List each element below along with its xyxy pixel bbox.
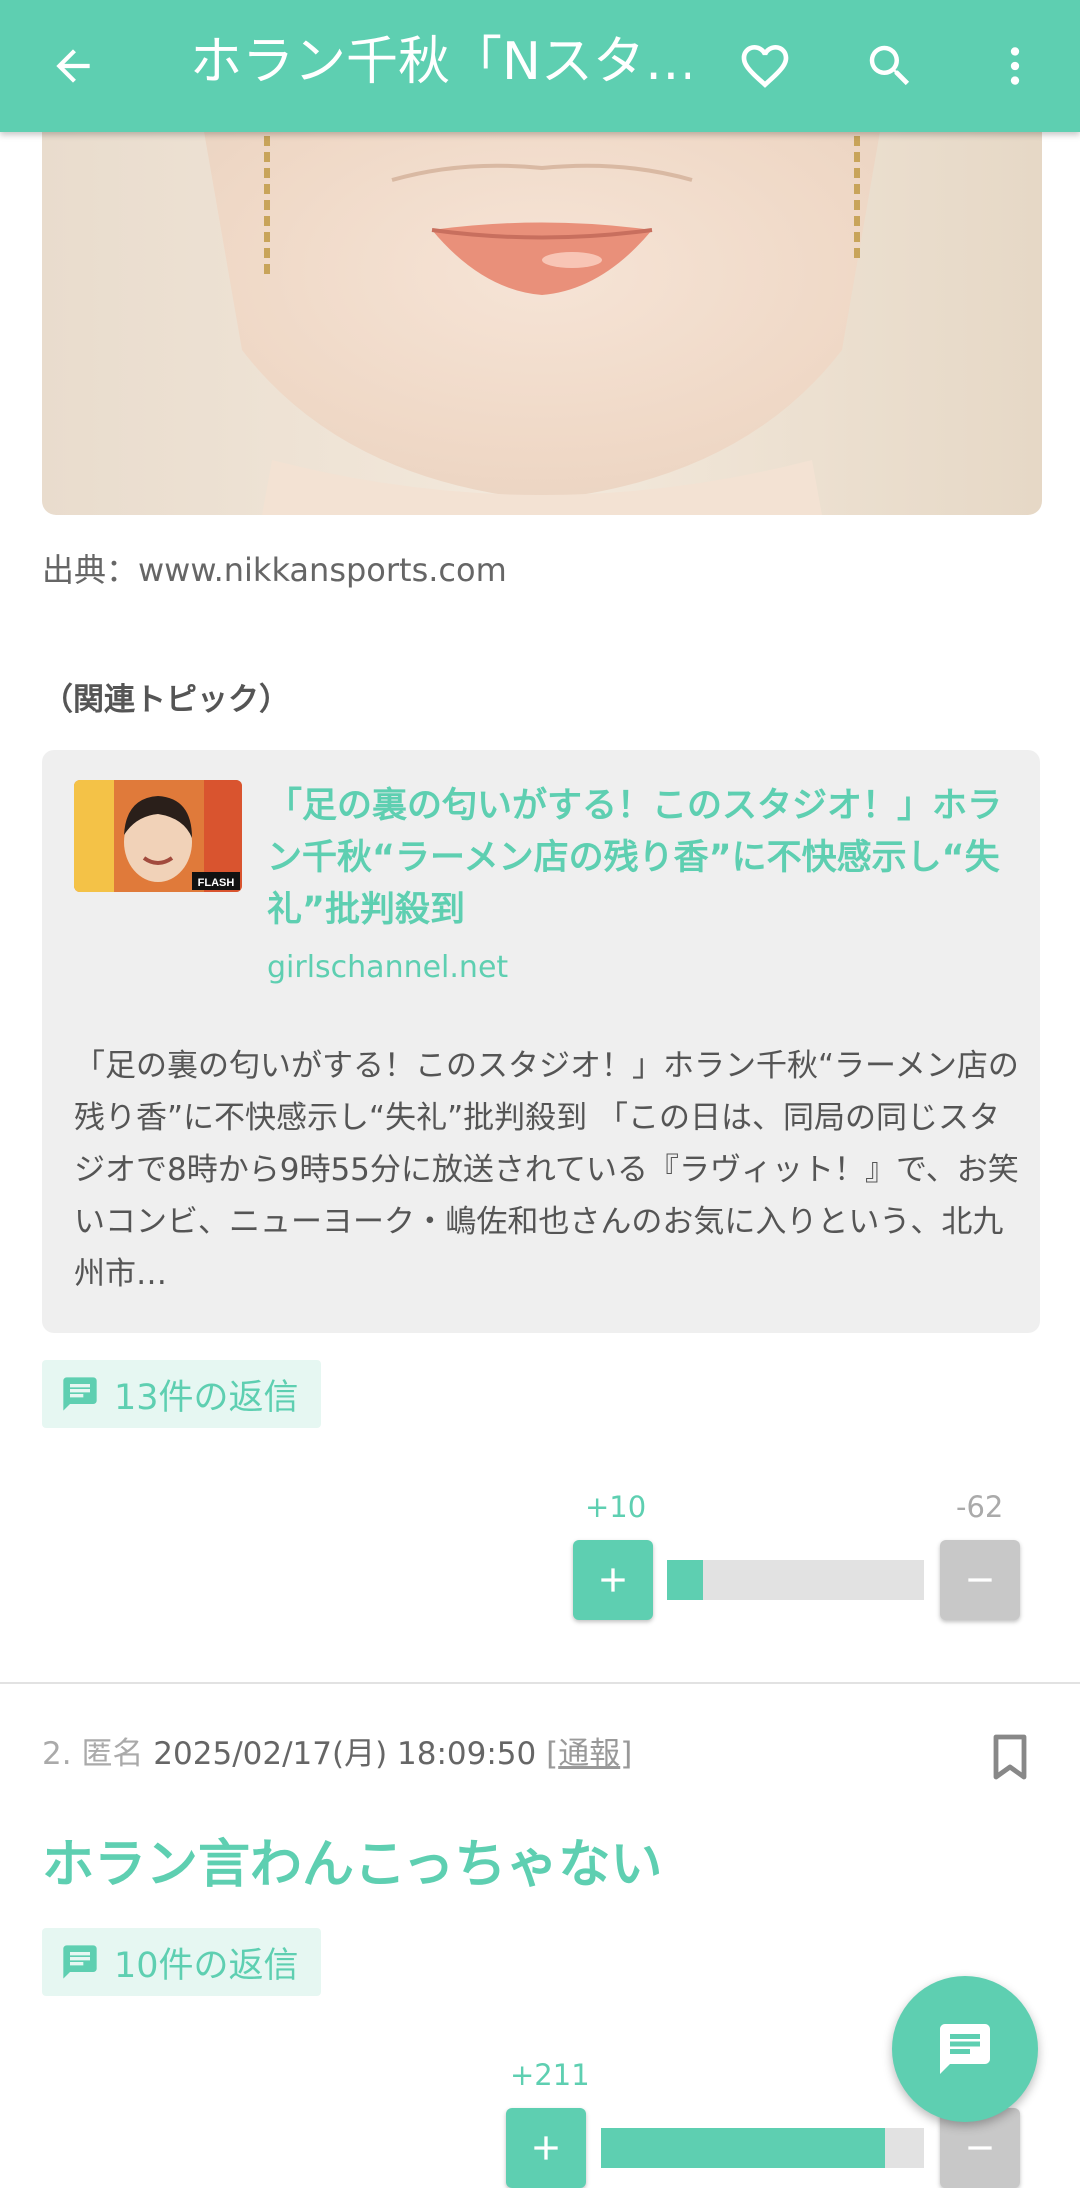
replies-button[interactable]: 13件の返信 xyxy=(42,1360,321,1428)
heart-outline-icon xyxy=(741,45,789,88)
minus-icon xyxy=(968,2146,992,2150)
more-vert-icon xyxy=(1010,47,1020,85)
related-topic-card[interactable]: FLASH 「足の裏の匂いがする！このスタジオ！」ホラン千秋“ラーメン店の残り香… xyxy=(42,750,1040,1333)
plus-count: +211 xyxy=(510,2058,590,2092)
comment-icon xyxy=(63,1945,97,1979)
plus-vote-button[interactable] xyxy=(506,2108,586,2188)
search-button[interactable] xyxy=(835,0,945,132)
back-button[interactable] xyxy=(18,0,128,132)
arrow-left-icon xyxy=(56,49,90,83)
comment-icon xyxy=(63,1377,97,1411)
plus-count: +10 xyxy=(585,1490,647,1524)
bookmark-button[interactable] xyxy=(990,1733,1030,1785)
page-title: ホラン千秋「Nスタ… xyxy=(190,32,690,92)
plus-vote-button[interactable] xyxy=(573,1540,653,1620)
vote-ratio-bar xyxy=(601,2128,924,2168)
report-bracket-open: [ xyxy=(546,1736,559,1772)
related-topic-domain: girlschannel.net xyxy=(267,950,509,985)
overflow-menu-button[interactable] xyxy=(960,0,1070,132)
comment-body: ホラン言わんこっちゃない xyxy=(42,1835,663,1895)
related-topic-thumbnail: FLASH xyxy=(74,780,242,892)
comment-author: 匿名 xyxy=(81,1736,144,1772)
app-bar: ホラン千秋「Nスタ… xyxy=(0,0,1080,132)
replies-count: 13件の返信 xyxy=(114,1377,299,1418)
vote-ratio-fill xyxy=(601,2128,886,2168)
comment-meta: 2. 匿名 2025/02/17(月) 18:09:50 [通報] xyxy=(42,1728,632,1773)
source-credit[interactable]: 出典：www.nikkansports.com xyxy=(42,545,507,591)
search-icon xyxy=(869,45,910,86)
article-image xyxy=(42,120,1042,515)
minus-count: -62 xyxy=(956,1490,1004,1524)
bookmark-outline-icon xyxy=(993,1734,1027,1780)
comment-datetime: 2025/02/17(月) 18:09:50 xyxy=(153,1736,537,1772)
report-bracket-close: ] xyxy=(620,1736,633,1772)
related-topics-label: （関連トピック） xyxy=(42,682,290,718)
comment-divider xyxy=(0,1682,1080,1684)
related-topic-excerpt: 「足の裏の匂いがする！このスタジオ！」ホラン千秋“ラーメン店の残り香”に不快感示… xyxy=(74,1048,1019,1292)
minus-vote-button[interactable] xyxy=(940,1540,1020,1620)
vote-ratio-bar xyxy=(667,1560,924,1600)
favorite-button[interactable] xyxy=(710,0,820,132)
thumbnail-badge: FLASH xyxy=(198,877,235,889)
minus-icon xyxy=(968,1578,992,1582)
plus-icon xyxy=(601,1568,625,1592)
comment-number: 2. xyxy=(42,1736,72,1772)
plus-icon xyxy=(534,2136,558,2160)
replies-count: 10件の返信 xyxy=(114,1945,299,1986)
vote-ratio-fill xyxy=(667,1560,703,1600)
report-link[interactable]: 通報 xyxy=(558,1736,620,1772)
replies-button[interactable]: 10件の返信 xyxy=(42,1928,321,1996)
comment-fab[interactable] xyxy=(892,1976,1038,2122)
related-topic-title[interactable]: 「足の裏の匂いがする！このスタジオ！」ホラン千秋“ラーメン店の残り香”に不快感示… xyxy=(267,780,1017,936)
chat-icon xyxy=(940,2024,990,2074)
